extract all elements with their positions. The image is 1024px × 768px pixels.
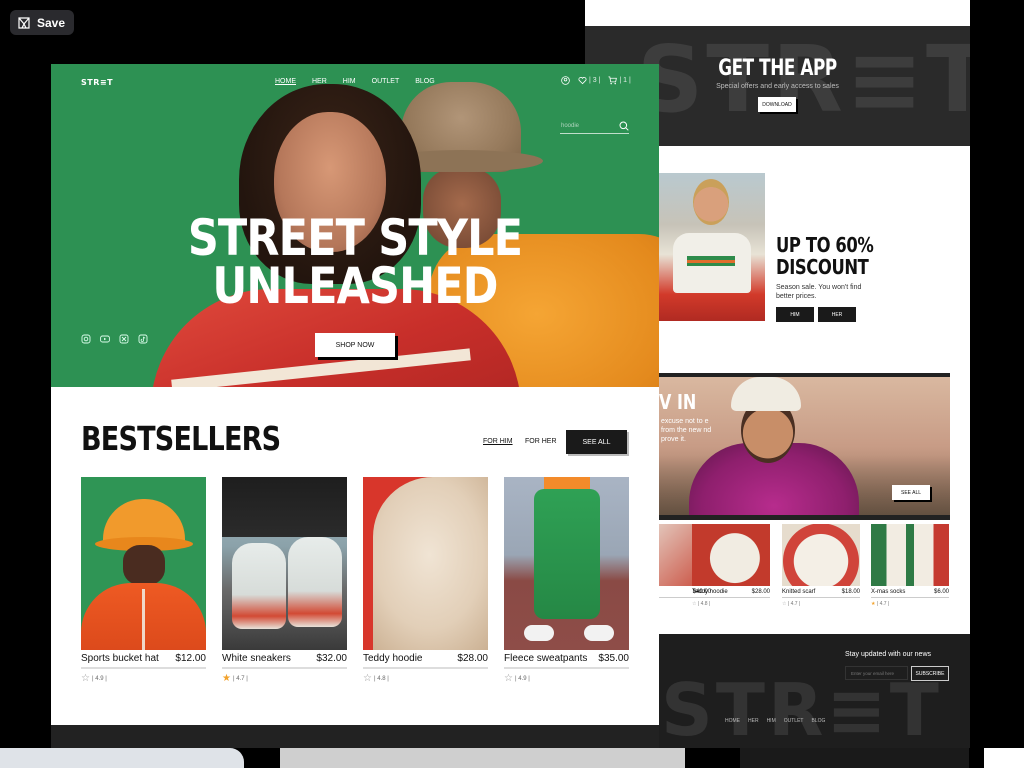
newsletter-title: Stay updated with our news xyxy=(845,651,931,658)
product-name: Sports bucket hat xyxy=(81,653,159,664)
product-rating: | 4.7 | xyxy=(232,675,248,682)
tiktok-icon[interactable] xyxy=(138,334,148,344)
save-label: Save xyxy=(37,15,66,30)
product-price: $28.00 xyxy=(457,653,488,664)
winter-banner: V IN excuse not to e from the new nd pro… xyxy=(659,373,950,520)
product-name: Fleece sweatpants xyxy=(504,653,588,664)
winter-text: excuse not to e from the new nd prove it… xyxy=(661,418,712,443)
footer-nav-her[interactable]: HER xyxy=(748,718,759,724)
cart-count: | 1 | xyxy=(619,77,631,84)
product-photo xyxy=(81,477,206,650)
hero-title: STREET STYLE UNLEASHED xyxy=(187,209,523,315)
nav-him[interactable]: HIM xyxy=(343,78,356,85)
nav-blog[interactable]: BLOG xyxy=(415,78,434,85)
app-banner-title: GET THE APP xyxy=(718,56,837,81)
search-icon[interactable] xyxy=(619,121,629,131)
product-rating: | 4.8 | xyxy=(373,675,389,682)
product-card[interactable]: Teddy hoodie $28.00 ☆ | 4.8 | xyxy=(363,477,488,684)
brand-logo[interactable]: STR≡T xyxy=(81,78,113,87)
star-icon[interactable]: ☆ xyxy=(782,601,786,607)
main-page: STR≡T HOME HER HIM OUTLET BLOG | 3 | | 1… xyxy=(51,64,659,748)
product-name: White sneakers xyxy=(222,653,291,664)
instagram-icon[interactable] xyxy=(81,334,91,344)
search-input[interactable]: hoodie xyxy=(560,118,629,134)
winter-title: V IN xyxy=(659,390,697,414)
mini-product-card[interactable]: Knitted scarf $18.00 ☆ | 4.7 | xyxy=(782,524,860,607)
save-icon xyxy=(18,16,30,29)
star-icon[interactable]: ★ xyxy=(222,673,231,684)
x-icon[interactable] xyxy=(119,334,129,344)
nav-home[interactable]: HOME xyxy=(275,78,296,85)
product-price: $35.00 xyxy=(598,653,629,664)
tab-for-him[interactable]: FOR HIM xyxy=(483,438,513,445)
main-nav: HOME HER HIM OUTLET BLOG xyxy=(275,78,435,85)
download-button[interactable]: DOWNLOAD xyxy=(758,97,796,112)
shop-now-button[interactable]: SHOP NOW xyxy=(315,333,395,357)
product-name: Teddy hoodie xyxy=(363,653,423,664)
discount-her-button[interactable]: HER xyxy=(818,307,856,322)
bottom-thumbnail xyxy=(740,748,969,768)
footer-nav-outlet[interactable]: OUTLET xyxy=(784,718,804,724)
cart-icon[interactable] xyxy=(608,76,618,85)
mini-product-card[interactable]: X-mas socks $6.00 ★ | 4.7 | xyxy=(871,524,949,607)
product-rating: | 4.9 | xyxy=(91,675,107,682)
star-icon[interactable]: ★ xyxy=(871,601,875,607)
youtube-icon[interactable] xyxy=(100,334,110,344)
bestsellers-title: BESTSELLERS xyxy=(81,419,281,458)
user-icon[interactable] xyxy=(561,76,570,85)
product-card[interactable]: Fleece sweatpants $35.00 ☆ | 4.9 | xyxy=(504,477,629,684)
bottom-thumbnail xyxy=(280,748,685,768)
star-icon[interactable]: ☆ xyxy=(692,601,696,607)
discount-text: Season sale. You won't find better price… xyxy=(776,284,862,300)
see-all-button[interactable]: SEE ALL xyxy=(566,430,627,454)
bottom-thumbnail xyxy=(0,748,244,768)
product-photo xyxy=(363,477,488,650)
product-price: $12.00 xyxy=(175,653,206,664)
newsletter-footer: STR≡T Stay updated with our news Enter y… xyxy=(659,634,970,748)
footer-ghost-logo: STR≡T xyxy=(661,668,942,748)
footer-nav-blog[interactable]: BLOG xyxy=(811,718,825,724)
winter-see-all-button[interactable]: SEE ALL xyxy=(892,485,930,500)
subscribe-button[interactable]: SUBSCRIBE xyxy=(911,666,949,681)
star-icon[interactable]: ☆ xyxy=(504,673,513,684)
nav-outlet[interactable]: OUTLET xyxy=(372,78,400,85)
footer-nav-home[interactable]: HOME xyxy=(725,718,740,724)
heart-icon[interactable] xyxy=(578,76,587,85)
star-icon[interactable]: ☆ xyxy=(81,673,90,684)
discount-him-button[interactable]: HIM xyxy=(776,307,814,322)
hero-banner: STR≡T HOME HER HIM OUTLET BLOG | 3 | | 1… xyxy=(51,64,659,387)
tab-for-her[interactable]: FOR HER xyxy=(525,438,557,445)
discount-title: UP TO 60% DISCOUNT xyxy=(776,233,874,279)
product-price: $32.00 xyxy=(316,653,347,664)
wishlist-count: | 3 | xyxy=(589,77,601,84)
product-card[interactable]: White sneakers $32.00 ★ | 4.7 | xyxy=(222,477,347,684)
product-card[interactable]: Sports bucket hat $12.00 ☆ | 4.9 | xyxy=(81,477,206,684)
product-photo xyxy=(504,477,629,650)
nav-her[interactable]: HER xyxy=(312,78,327,85)
mini-product-card[interactable]: Teddy hoodie $28.00 ☆ | 4.8 | xyxy=(692,524,770,607)
bottom-thumbnail xyxy=(984,748,1024,768)
search-value: hoodie xyxy=(561,122,580,129)
header-icons: | 3 | | 1 | xyxy=(561,76,631,85)
social-links xyxy=(81,334,148,344)
newsletter-email-input[interactable]: Enter your email here xyxy=(845,666,908,680)
main-footer-edge xyxy=(51,725,659,748)
save-button[interactable]: Save xyxy=(10,10,75,35)
footer-nav: HOME HER HIM OUTLET BLOG xyxy=(725,718,825,724)
discount-photo xyxy=(659,173,765,321)
star-icon[interactable]: ☆ xyxy=(363,673,372,684)
footer-nav-him[interactable]: HIM xyxy=(767,718,776,724)
product-photo xyxy=(222,477,347,650)
product-rating: | 4.9 | xyxy=(514,675,530,682)
